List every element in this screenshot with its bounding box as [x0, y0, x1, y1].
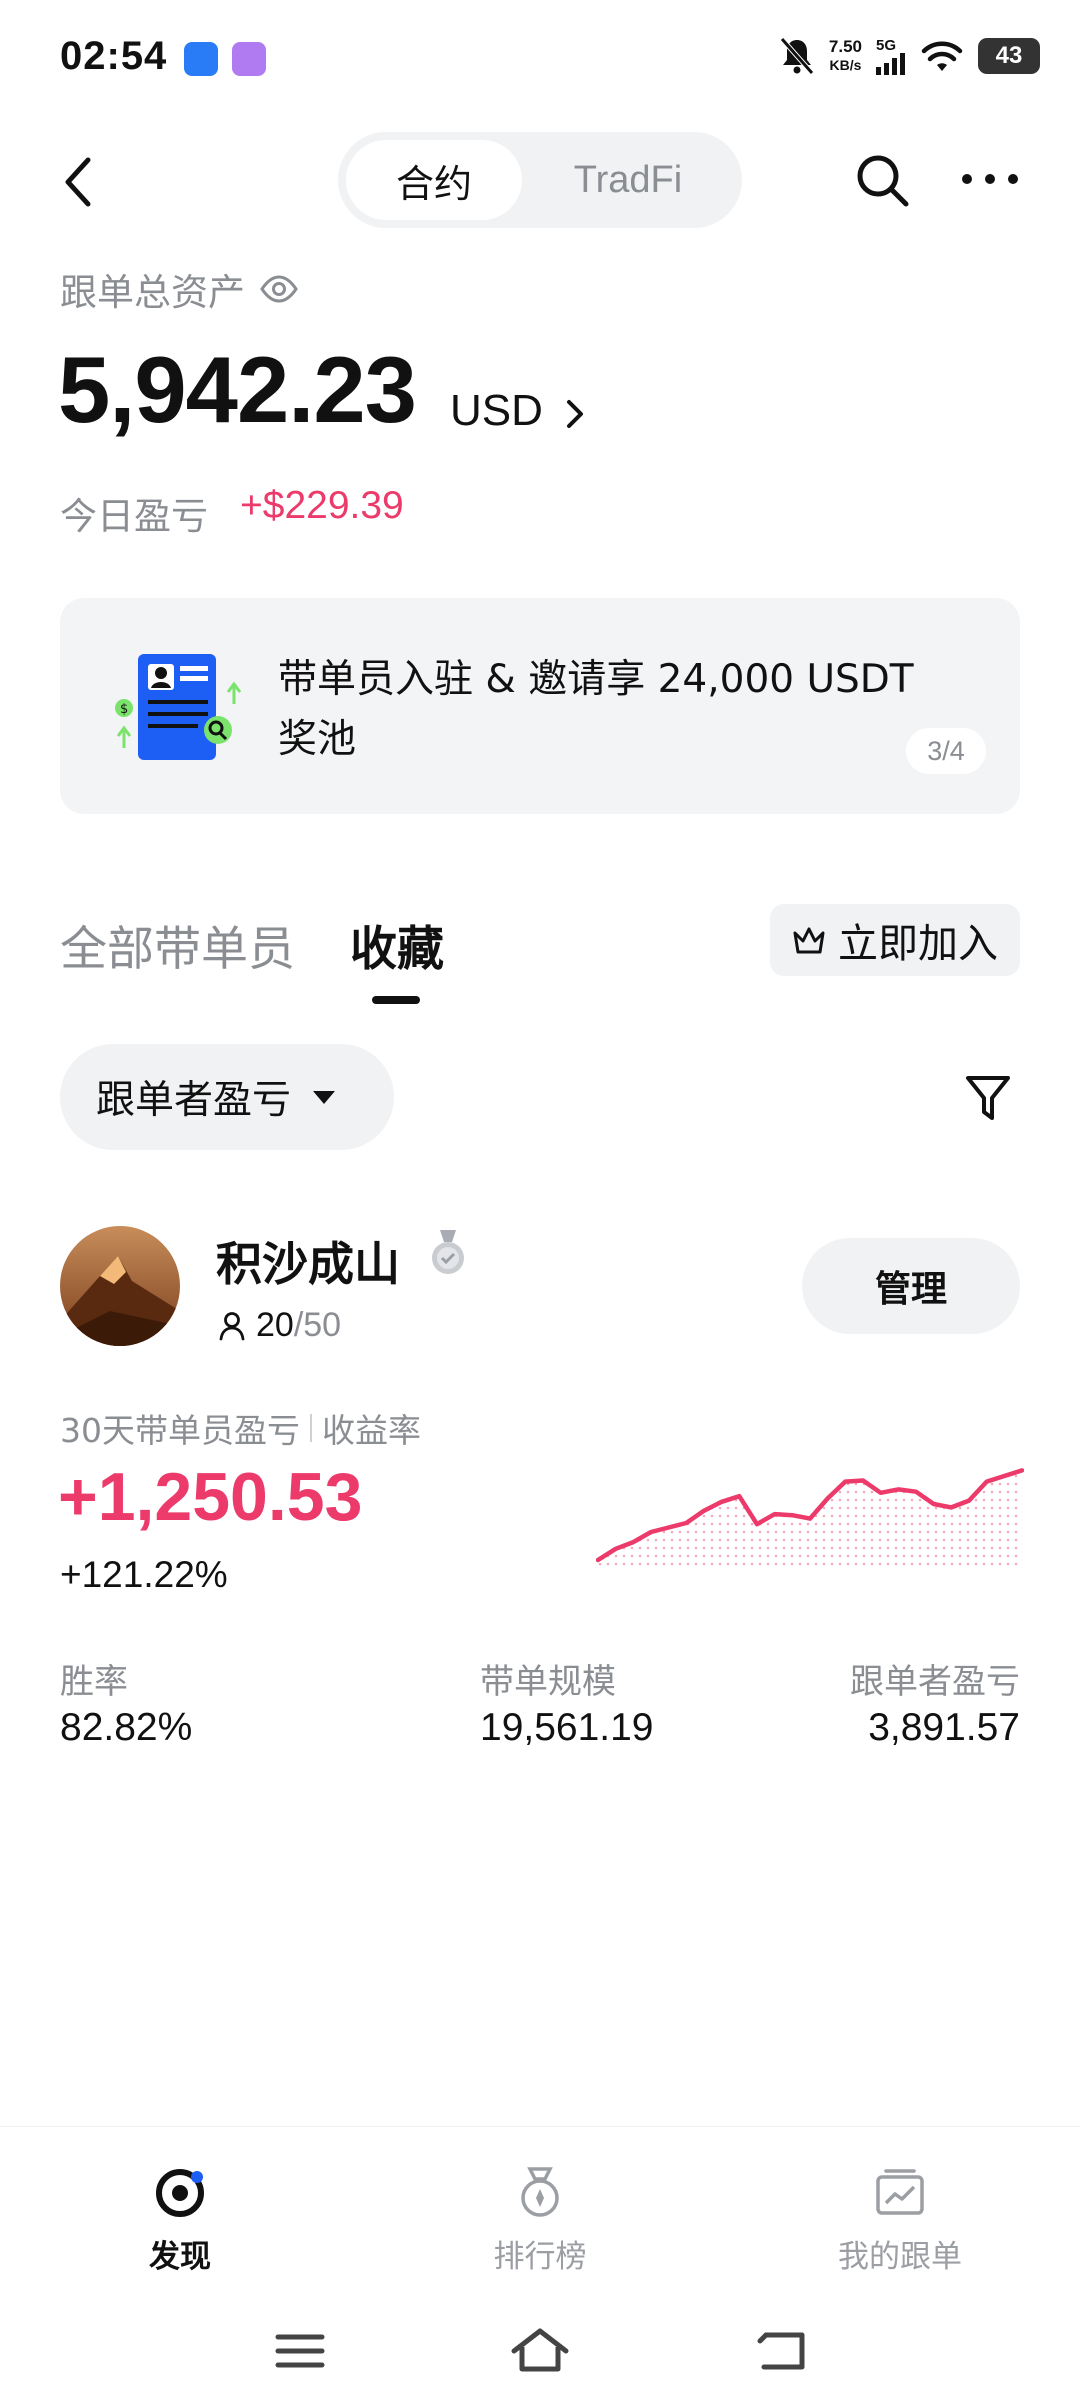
svg-text:$: $	[120, 702, 128, 717]
chevron-right-icon[interactable]	[564, 396, 586, 432]
mute-bell-icon	[780, 37, 814, 75]
follower-count: 20/50	[218, 1306, 341, 1345]
battery-icon: 43	[978, 38, 1040, 74]
pnl-sparkline	[596, 1468, 1024, 1570]
banner-page-indicator: 3/4	[906, 728, 986, 774]
discover-icon	[156, 2169, 204, 2217]
bottom-navigation: 发现 排行榜 我的跟单	[0, 2126, 1080, 2408]
menu-icon[interactable]	[270, 2323, 330, 2379]
nav-leaderboard[interactable]: 排行榜	[430, 2165, 650, 2276]
followers-max: /50	[293, 1306, 342, 1344]
signal-icon: 5G	[876, 38, 906, 75]
tab-all-traders[interactable]: 全部带单员	[60, 910, 295, 979]
follower-pnl-label: 跟单者盈亏	[850, 1662, 1020, 1702]
silver-medal-icon	[432, 1230, 464, 1274]
home-icon[interactable]	[510, 2323, 570, 2379]
wifi-icon	[921, 41, 963, 71]
crown-icon	[793, 927, 825, 954]
pnl-30d-value: +1,250.53	[58, 1459, 363, 1535]
win-rate-label: 胜率	[60, 1662, 128, 1702]
user-icon	[219, 1311, 245, 1340]
followers-current: 20	[256, 1306, 294, 1344]
filter-icon[interactable]	[964, 1072, 1012, 1124]
back-arrow-icon[interactable]	[60, 152, 96, 212]
total-assets-currency: USD	[450, 386, 543, 435]
promo-banner[interactable]: $ 带单员入驻 & 邀请享 24,000 USDT 奖池 3/4	[60, 598, 1020, 814]
eye-icon[interactable]	[259, 275, 299, 303]
status-icons: 7.50 KB/s 5G 43	[779, 36, 1040, 76]
roi-value: +121.22%	[60, 1554, 228, 1595]
medal-icon	[521, 2167, 559, 2217]
nav-my-copy-trading[interactable]: 我的跟单	[790, 2165, 1010, 2276]
pnl-30d-label: 30天带单员盈亏 收益率	[60, 1411, 421, 1450]
active-tab-indicator	[372, 996, 420, 1004]
today-pnl-label: 今日盈亏	[60, 495, 208, 538]
trader-document-illustration: $	[115, 654, 242, 760]
follower-pnl-value: 3,891.57	[868, 1706, 1020, 1749]
join-now-button[interactable]: 立即加入	[770, 904, 1020, 976]
net-speed: 7.50 KB/s	[828, 37, 862, 74]
back-nav-icon[interactable]	[752, 2323, 812, 2379]
app-notification-icon-2	[232, 42, 266, 76]
nav-discover[interactable]: 发现	[70, 2165, 290, 2276]
trader-avatar[interactable]	[60, 1226, 180, 1346]
win-rate-value: 82.82%	[60, 1706, 193, 1749]
promo-banner-text: 带单员入驻 & 邀请享 24,000 USDT 奖池	[278, 657, 914, 762]
caret-down-icon	[313, 1090, 336, 1104]
aum-value: 19,561.19	[480, 1706, 654, 1749]
trader-name[interactable]: 积沙成山	[216, 1228, 400, 1294]
sort-dropdown-label: 跟单者盈亏	[96, 1078, 292, 1123]
sort-dropdown[interactable]: 跟单者盈亏	[60, 1044, 394, 1150]
tab-favorites[interactable]: 收藏	[350, 910, 444, 979]
today-pnl-value: +$229.39	[240, 484, 404, 527]
aum-label: 带单规模	[480, 1662, 616, 1702]
label-separator	[310, 1414, 312, 1442]
more-options-icon[interactable]	[960, 172, 1020, 186]
total-assets-label: 跟单总资产	[60, 262, 299, 316]
manage-button[interactable]: 管理	[802, 1238, 1020, 1334]
search-icon[interactable]	[852, 150, 912, 210]
status-time: 02:54	[60, 34, 168, 78]
segment-tradfi[interactable]: TradFi	[522, 140, 734, 220]
segment-futures[interactable]: 合约	[346, 140, 522, 220]
market-segment-control: 合约 TradFi	[338, 132, 742, 228]
join-now-label: 立即加入	[838, 921, 998, 967]
total-assets-value[interactable]: 5,942.23	[58, 336, 417, 444]
app-notification-icon	[184, 42, 218, 76]
portfolio-icon	[876, 2169, 924, 2215]
